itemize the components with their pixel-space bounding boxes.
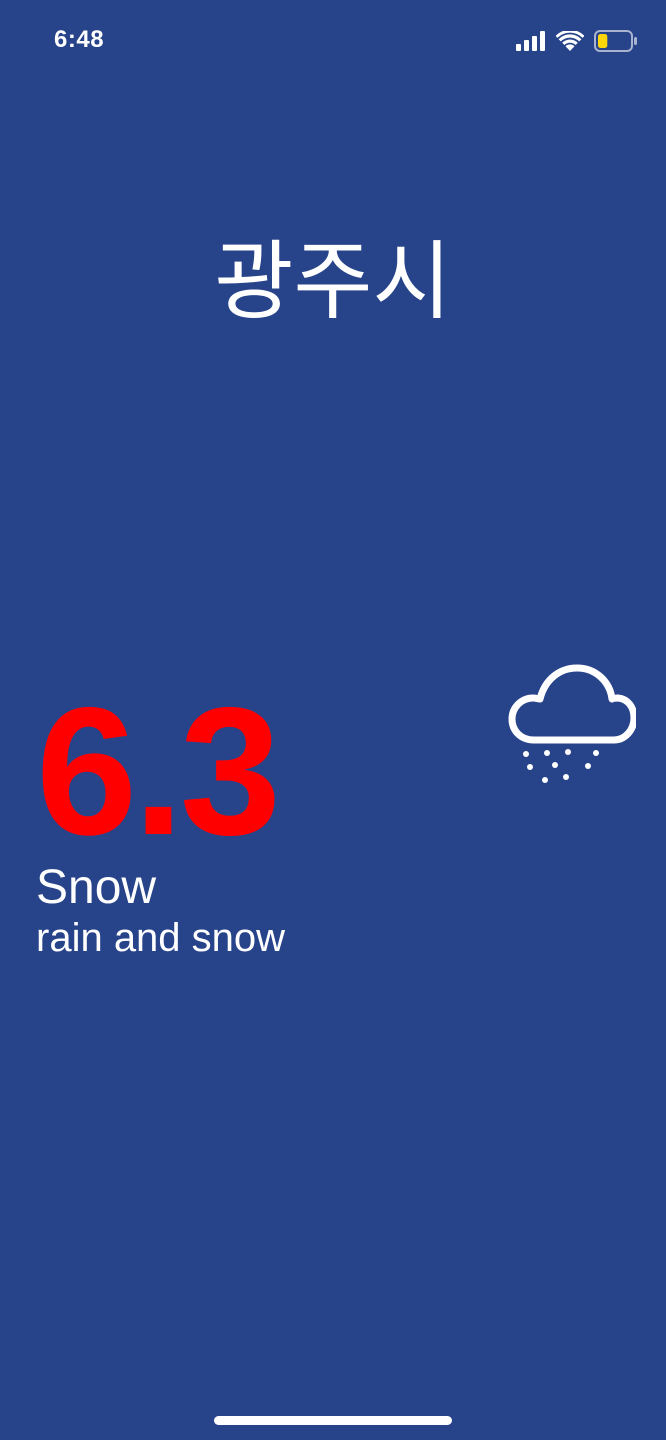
status-icons: [516, 26, 638, 56]
weather-screen: 6:48 광주시 6.3 Snow rain and snow: [0, 0, 666, 1440]
temperature-value: 6.3: [36, 669, 281, 873]
city-title: 광주시: [214, 232, 452, 332]
weather-condition: Snow: [36, 861, 157, 914]
cloud-snow-icon: [500, 656, 638, 792]
status-time: 6:48: [54, 26, 105, 53]
weather-description: rain and snow: [36, 916, 286, 960]
cellular-signal-icon: [516, 31, 546, 51]
home-indicator[interactable]: [214, 1416, 452, 1425]
wifi-icon: [556, 31, 584, 51]
battery-icon: [594, 30, 638, 52]
